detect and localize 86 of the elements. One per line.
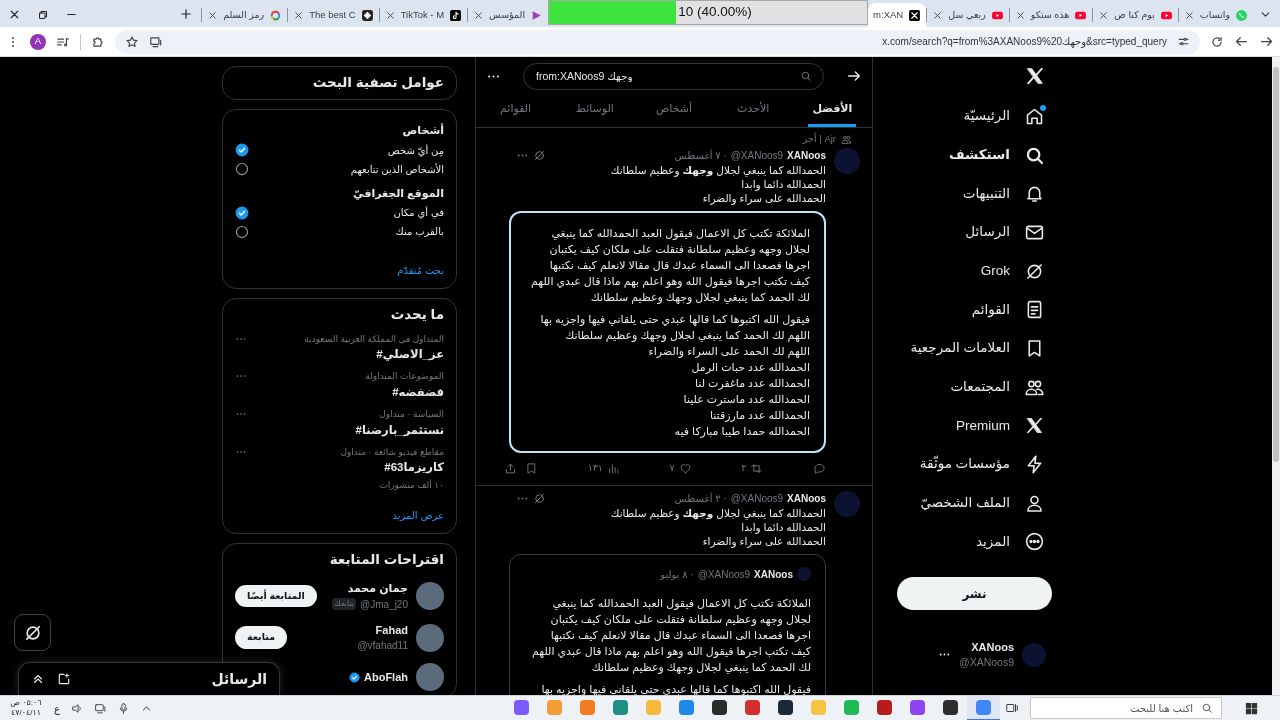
like-count: ٧: [669, 460, 675, 475]
follows-you-badge: يتابعك: [332, 598, 357, 611]
search-tab[interactable]: أشخاص: [634, 95, 714, 127]
browser-tab[interactable]: TikTok - M: [379, 3, 468, 27]
messages-drawer[interactable]: الرسائل: [18, 662, 280, 695]
trend-context: مقاطع فيديو شائعة · متداول: [340, 445, 444, 459]
nav-link[interactable]: الرسائل: [873, 213, 1052, 252]
advanced-search-link[interactable]: بحث مُتقدّم: [397, 263, 444, 279]
nav-link[interactable]: القوائم: [873, 290, 1052, 330]
progress-label: 10 (40.00%): [677, 3, 752, 22]
nav-link[interactable]: العلامات المرجعية: [873, 329, 1052, 368]
option-label[interactable]: مِن أيّ شخص: [387, 142, 444, 158]
author-name[interactable]: XANoos: [787, 147, 826, 163]
user-handle: @Jma_j20: [360, 597, 408, 612]
post-text: الحمدالله كما ينبغي لجلال وجهك وعظيم سلطانك الحمدالله دائما وابدا الحمدالله على سراء والضراء: [609, 163, 826, 205]
panel-title: ما يحدث: [389, 306, 444, 325]
address-bar[interactable]: x.com/search?q=from%3AXANoos9%20وجهك&src=typed_query: [115, 29, 1200, 54]
quote-text: الملائكة تكتب كل الاعمال فيقول العبد الحمدالله كما ينبغي لجلال وجهه وعظيم سلطانة فتقلت على ملكان كيف يكتبان اجرها فصعدا الى السماء عبدك قال مقالا لانعلم كيف نكتبها كيف تكتب اجرها فيقول الله وهو اعلم بهم ماذا قال عبدي اللهم لك الحمد كما ينبغي لجلال وجهك وعظيم سلطانك: [531, 226, 810, 305]
nav-link[interactable]: التنبيهات: [873, 174, 1052, 214]
trend-hashtag[interactable]: #نستثمر_بارضنا: [355, 421, 444, 439]
quote-text: فيقول الله اكتبوها كما قالها عبدي حتى يلقاني فيها واجزيه بها اللهم لك الحمد كما ينبغي لجلال وجهك وعظيم سلطانك اللهم لك الحمد على السراء والضراء الحمدالله عدد حبات الرمل الحمدالله عدد ماغفرت لنا الحمدالله عدد ماسترت علينا الحمدالله عدد مارزقتنا الحمدالله حمدا طيبا مباركا فيه: [540, 312, 810, 439]
trend-hashtag[interactable]: #كاريزما63: [384, 459, 444, 477]
author-name[interactable]: XANoos: [754, 566, 793, 582]
account-handle: @XANoos9: [958, 655, 1014, 671]
community-label[interactable]: Ajr | أجر: [802, 132, 836, 147]
nav-link[interactable]: Grok: [873, 251, 1052, 291]
profile-avatar[interactable]: A: [30, 33, 46, 50]
trend-hashtag[interactable]: #عز_الاصلي: [376, 346, 444, 364]
option-label[interactable]: الأشخاص الذين تتابعهم: [350, 161, 444, 177]
drawer-title: الرسائل: [211, 669, 267, 690]
repost-count: ٢: [741, 460, 747, 475]
user-handle: @vfahad11: [357, 639, 408, 654]
search-tab[interactable]: القوائم: [476, 95, 556, 127]
search-tab[interactable]: الوسائط: [555, 95, 635, 127]
author-name[interactable]: XANoos: [787, 490, 826, 506]
nav-link[interactable]: المجتمعات: [873, 367, 1052, 407]
browser-tab[interactable]: واتساب: [1178, 3, 1253, 27]
panel-title: عوامل تصفية البحث: [311, 74, 444, 92]
language-indicator[interactable]: ع: [54, 700, 60, 716]
trend-context: الموضوعات المتداولة: [365, 370, 444, 384]
post-button[interactable]: نشر: [897, 577, 1052, 611]
search-tab[interactable]: الأحدث: [713, 95, 793, 127]
browser-tab[interactable]: المؤسس: [468, 3, 549, 27]
browser-tab[interactable]: The best C: [288, 3, 379, 27]
quote-text: فيقول الله اكتبوها كما قالها عبدي حتى يلقاني فيها واجزيه بها: [541, 682, 811, 695]
nav-link[interactable]: الملف الشخصيّ: [873, 483, 1052, 523]
browser-tab[interactable]: رمز السلم: [202, 3, 288, 27]
author-handle: @XANoos9: [730, 148, 784, 163]
post-count: ١٠ ألف منشورات: [378, 478, 444, 492]
browser-tab[interactable]: m:XAN: [868, 3, 927, 27]
nav-link[interactable]: استكشف: [873, 135, 1052, 175]
quote-text: الملائكة تكتب كل الاعمال فيقول العبد الحمدالله كما ينبغي لجلال وجهه وعظيم سلطانة فتقلت على ملكان كيف يكتبان اجرها فصعدا الى السماء عبدك قال مقالا لانعلم كيف نكتبها كيف تكتب اجرها فيقول الله وهو اعلم بهم ماذا قال عبدي اللهم لك الحمد كما ينبغي لجلال وجهك وعظيم سلطانك: [532, 596, 811, 675]
filter-heading: الموقع الجغرافيّ: [352, 185, 444, 202]
taskbar-search-field[interactable]: اكتب هنا للبحث: [1030, 697, 1222, 719]
nav-link[interactable]: Premium: [873, 406, 1052, 446]
trend-hashtag[interactable]: #فضفضه: [392, 383, 444, 401]
filter-heading: أشخاص: [401, 122, 444, 139]
post-date[interactable]: · ٢ أغسطس: [674, 490, 727, 506]
user-name[interactable]: AboFlah: [364, 669, 408, 686]
trend-context: السياسة · متداول: [378, 408, 444, 421]
user-name[interactable]: جمان محمد: [347, 580, 408, 597]
option-label[interactable]: بالقرب منك: [395, 224, 444, 240]
follow-button[interactable]: المتابعة أيضًا: [235, 584, 317, 608]
browser-tab[interactable]: يوم كنا ص: [1093, 3, 1178, 27]
post-date[interactable]: · ٧ أغسطس: [674, 147, 727, 163]
show-more-link[interactable]: عرض المزيد: [392, 508, 444, 523]
author-handle: @XANoos9: [697, 567, 751, 582]
option-label[interactable]: في أي مكان: [393, 205, 444, 221]
search-tab[interactable]: الأفضل: [792, 95, 872, 127]
nav-link[interactable]: المزيد: [873, 522, 1052, 562]
post-text: الحمدالله كما ينبغي لجلال وجهك وعظيم سلطانك الحمدالله دائما وابدا الحمدالله على سراء والضراء: [609, 506, 826, 548]
post-date[interactable]: · ٨ يوليو: [660, 566, 694, 582]
search-field[interactable]: from:XANoos9 وجهك: [523, 62, 824, 90]
view-count: ١٣١: [587, 460, 603, 475]
panel-title: اقتراحات المتابعة: [328, 551, 444, 569]
nav-link[interactable]: الرئيسيّة: [873, 97, 1052, 136]
nav-link[interactable]: مؤسسات موثّقة: [873, 445, 1052, 484]
trend-context: المتداول في المملكة العربية السعودية: [304, 332, 444, 346]
browser-tab[interactable]: ربعي سل: [927, 3, 1009, 27]
browser-tab[interactable]: هذه ستكو: [1009, 3, 1093, 27]
clock-time: ٠٥:٠٦ ص: [9, 698, 43, 708]
follow-button[interactable]: متابعة: [235, 626, 288, 649]
account-name: XANoos: [970, 639, 1014, 655]
user-name[interactable]: Fahad: [375, 621, 408, 639]
clock-date: ٤٧/٠٤/١١: [9, 708, 43, 718]
author-handle: @XANoos9: [730, 491, 784, 506]
